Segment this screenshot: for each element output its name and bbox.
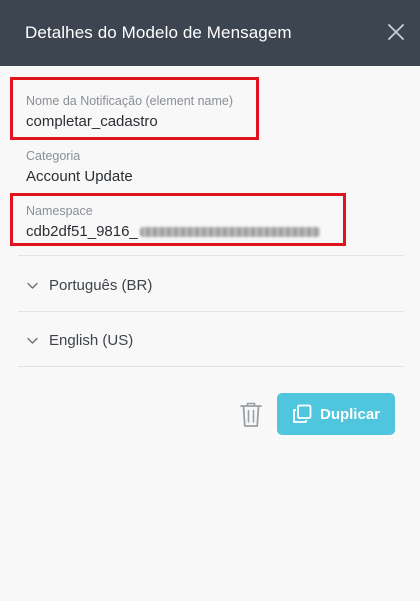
namespace-label: Namespace	[26, 204, 93, 218]
language-accordion-pt-br[interactable]: Português (BR)	[26, 273, 152, 297]
notification-name-value: completar_cadastro	[26, 113, 158, 130]
chevron-down-icon	[27, 282, 38, 289]
notification-name-label: Nome da Notificação (element name)	[26, 94, 234, 108]
divider	[18, 311, 404, 312]
trash-icon[interactable]	[239, 401, 263, 428]
duplicate-icon	[293, 404, 312, 423]
namespace-value-text: cdb2df51_9816_	[26, 223, 138, 240]
category-label: Categoria	[26, 149, 81, 163]
divider	[18, 366, 404, 367]
close-icon[interactable]	[386, 22, 406, 42]
modal-header: Detalhes do Modelo de Mensagem	[0, 0, 420, 66]
chevron-down-icon	[27, 337, 38, 344]
redacted-blur	[139, 227, 320, 238]
divider	[18, 255, 404, 256]
namespace-value: cdb2df51_9816_	[26, 222, 320, 242]
notification-name-field: Nome da Notificação (element name) compl…	[26, 93, 233, 132]
duplicate-button[interactable]: Duplicar	[277, 393, 395, 435]
namespace-field: Namespace cdb2df51_9816_	[26, 203, 320, 242]
category-field: Categoria Account Update	[26, 148, 133, 187]
language-label: Português (BR)	[49, 276, 153, 294]
category-value: Account Update	[26, 168, 133, 185]
language-accordion-en-us[interactable]: English (US)	[26, 328, 133, 352]
language-label: English (US)	[49, 331, 134, 349]
duplicate-button-label: Duplicar	[319, 405, 380, 423]
modal-title: Detalhes do Modelo de Mensagem	[25, 23, 292, 42]
